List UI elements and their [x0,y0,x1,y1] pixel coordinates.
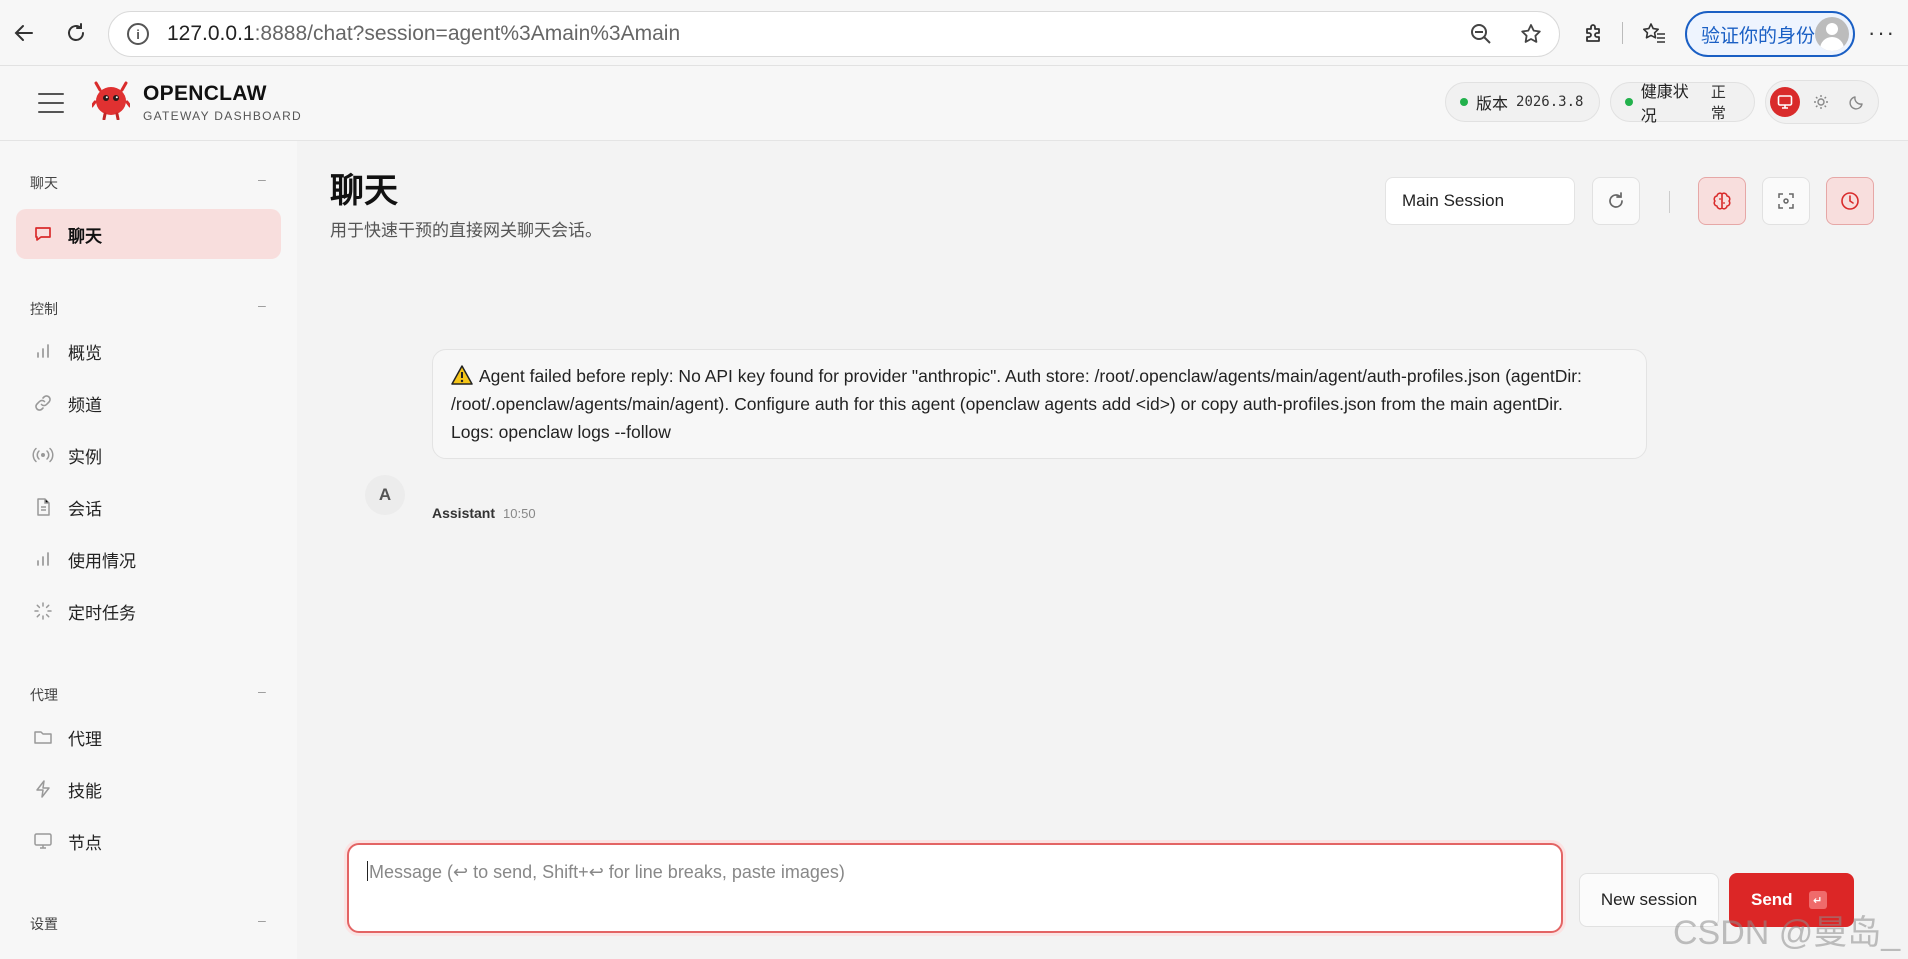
status-dot-icon [1625,98,1633,106]
session-select[interactable]: Main Session [1385,177,1575,225]
sidebar-item-usage[interactable]: 使用情况 [16,534,281,584]
app-header: OPENCLAW GATEWAY DASHBOARD 版本 2026.3.8 健… [0,66,1908,141]
reload-icon[interactable] [58,15,94,51]
sidebar-item-label: 使用情况 [68,551,136,571]
sidebar-item-agents[interactable]: 代理 [16,712,281,762]
thinking-toggle-button[interactable] [1698,177,1746,225]
section-label-settings: 设置 [30,916,58,932]
clock-icon [1841,192,1859,210]
lightning-icon [32,778,54,800]
section-label-chat: 聊天 [30,175,58,191]
watermark: CSDN @曼岛_ [1673,914,1901,952]
version-value: 2026.3.8 [1516,94,1584,110]
browser-toolbar: i 127.0.0.1:8888/chat?session=agent%3Ama… [0,0,1908,66]
message-sender: Assistant [432,505,496,521]
sidebar-item-nodes[interactable]: 节点 [16,816,281,866]
message-time: 10:50 [503,506,536,521]
dark-theme-icon[interactable] [1842,87,1872,117]
warning-icon [451,365,473,385]
verify-identity-button[interactable]: 验证你的身份 [1685,11,1855,57]
star-icon[interactable] [1517,20,1545,48]
collapse-toggle-icon[interactable]: – [258,683,266,699]
hamburger-menu-icon[interactable] [38,93,64,113]
address-bar[interactable]: i 127.0.0.1:8888/chat?session=agent%3Ama… [108,11,1560,57]
history-button[interactable] [1826,177,1874,225]
toolbar-divider [1669,191,1670,213]
toolbar-divider [1622,22,1623,44]
focus-icon [1778,193,1794,209]
collapse-toggle-icon[interactable]: – [258,297,266,313]
loader-icon [32,600,54,622]
assistant-avatar: A [365,475,405,515]
site-info-icon[interactable]: i [127,23,149,45]
page-title: 聊天 [330,172,398,210]
collapse-toggle-icon[interactable]: – [258,912,266,928]
monitor-icon [32,830,54,852]
theme-switcher [1765,80,1879,124]
message-line: Agent failed before reply: No API key fo… [451,365,1582,414]
back-arrow-icon[interactable] [6,15,42,51]
message-placeholder: Message (↩ to send, Shift+↩ for line bre… [369,862,845,882]
radio-icon [32,444,54,466]
section-label-control: 控制 [30,301,58,317]
sidebar: 聊天 – 聊天 控制 – 概览 频道 实例 会话 使用情况 定时任务 代理 – … [0,141,297,959]
bar-chart-icon [32,548,54,570]
message-line: Logs: openclaw logs --follow [451,422,671,442]
message-meta: Assistant 10:50 [432,505,536,521]
sidebar-item-label: 聊天 [68,226,102,246]
version-label: 版本 [1476,96,1509,113]
version-badge: 版本 2026.3.8 [1445,82,1600,122]
sidebar-item-label: 概览 [68,343,102,363]
sidebar-item-sessions[interactable]: 会话 [16,482,281,532]
text-caret [367,861,368,881]
system-theme-icon[interactable] [1770,87,1800,117]
sidebar-item-label: 技能 [68,781,102,801]
sidebar-item-skills[interactable]: 技能 [16,764,281,814]
brain-icon [1713,192,1731,210]
collapse-toggle-icon[interactable]: – [258,171,266,187]
extensions-icon[interactable] [1576,15,1612,51]
brand-subtitle: GATEWAY DASHBOARD [143,109,303,123]
page-subtitle: 用于快速干预的直接网关聊天会话。 [330,221,602,240]
url-text[interactable]: 127.0.0.1:8888/chat?session=agent%3Amain… [167,22,680,46]
profile-avatar-icon [1815,17,1849,51]
brand-title: OPENCLAW [143,82,267,105]
assistant-message-bubble: Agent failed before reply: No API key fo… [432,349,1647,459]
sidebar-item-instances[interactable]: 实例 [16,430,281,480]
health-label: 健康状况 [1640,84,1689,125]
sidebar-item-label: 会话 [68,499,102,519]
message-input[interactable]: Message (↩ to send, Shift+↩ for line bre… [347,843,1563,933]
document-icon [32,496,54,518]
sidebar-item-label: 实例 [68,447,102,467]
sidebar-item-channels[interactable]: 频道 [16,378,281,428]
folder-icon [32,726,54,748]
bar-chart-icon [32,340,54,362]
chat-bubble-icon [32,223,54,245]
refresh-icon [1609,192,1623,208]
health-badge: 健康状况 正常 [1610,82,1755,125]
zoom-icon[interactable] [1467,20,1495,48]
status-dot-icon [1460,98,1468,106]
main-content: 聊天 用于快速干预的直接网关聊天会话。 Main Session Agent f… [297,141,1908,959]
sidebar-item-overview[interactable]: 概览 [16,326,281,376]
sidebar-item-chat[interactable]: 聊天 [16,209,281,259]
sidebar-item-label: 代理 [68,729,102,749]
verify-label: 验证你的身份 [1701,25,1816,47]
openclaw-logo-icon [90,80,132,121]
sidebar-item-label: 定时任务 [68,603,136,623]
refresh-button[interactable] [1592,177,1640,225]
favorites-icon[interactable] [1636,15,1672,51]
section-label-agents: 代理 [30,687,58,703]
sidebar-item-label: 频道 [68,395,102,415]
light-theme-icon[interactable] [1806,87,1836,117]
focus-mode-button[interactable] [1762,177,1810,225]
sidebar-item-cron[interactable]: 定时任务 [16,586,281,636]
more-menu-icon[interactable]: ··· [1868,20,1896,46]
health-value: 正常 [1710,84,1726,122]
link-icon [32,392,54,414]
sidebar-item-label: 节点 [68,833,102,853]
